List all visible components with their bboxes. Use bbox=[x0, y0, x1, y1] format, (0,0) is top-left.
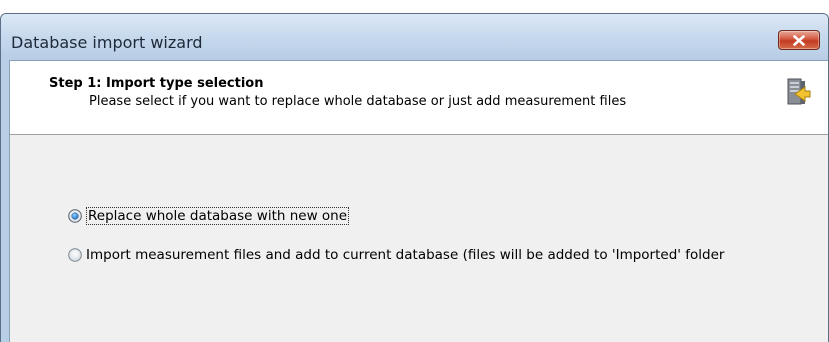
replace-database-label[interactable]: Replace whole database with new one bbox=[86, 207, 350, 225]
radio-selected-icon[interactable] bbox=[68, 209, 82, 223]
replace-database-option[interactable]: Replace whole database with new one bbox=[68, 207, 350, 225]
wizard-window: Database import wizard Step 1: Import ty… bbox=[0, 13, 829, 342]
wizard-client-area: Step 1: Import type selection Please sel… bbox=[9, 60, 828, 342]
title-bar[interactable]: Database import wizard bbox=[1, 14, 828, 60]
step-title: Step 1: Import type selection bbox=[49, 76, 264, 91]
close-button[interactable] bbox=[778, 30, 820, 50]
step-description: Please select if you want to replace who… bbox=[89, 94, 627, 109]
database-import-icon bbox=[785, 77, 811, 107]
window-title: Database import wizard bbox=[11, 33, 203, 52]
wizard-header: Step 1: Import type selection Please sel… bbox=[10, 61, 828, 135]
radio-unselected-icon[interactable] bbox=[68, 248, 82, 262]
close-icon bbox=[793, 34, 805, 46]
import-measurement-option[interactable]: Import measurement files and add to curr… bbox=[68, 247, 724, 263]
import-measurement-label[interactable]: Import measurement files and add to curr… bbox=[86, 247, 724, 263]
